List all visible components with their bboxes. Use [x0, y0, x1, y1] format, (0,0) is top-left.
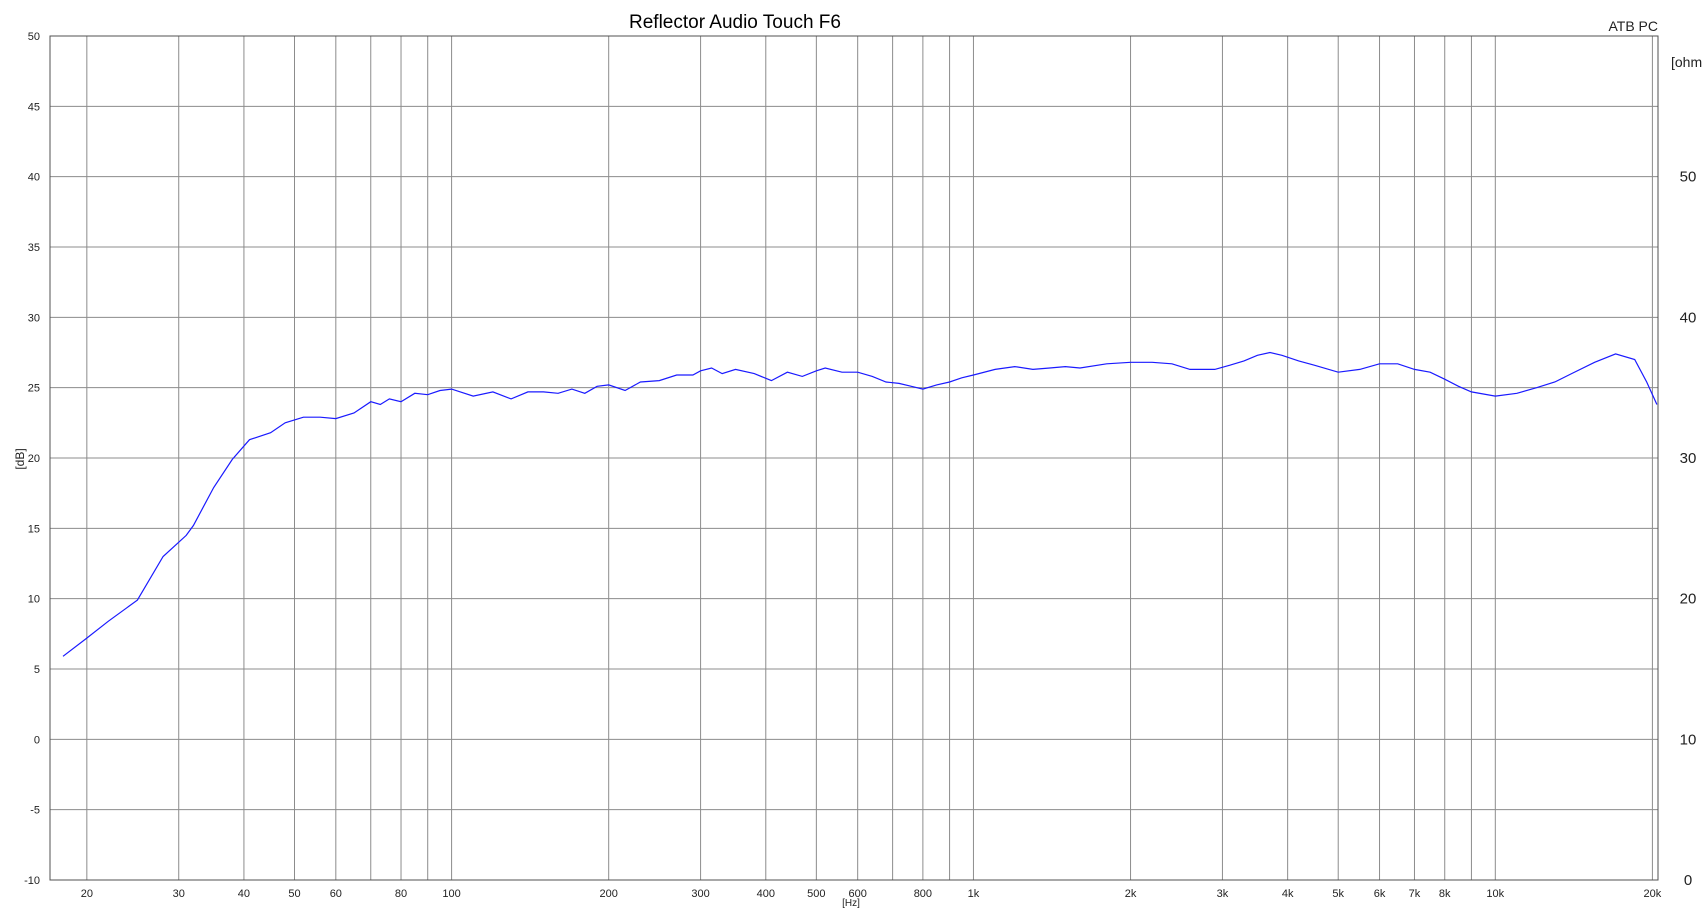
x-axis-label: [Hz]	[842, 898, 860, 909]
y-tick-label: 50	[28, 31, 40, 43]
x-tick-label: 2k	[1125, 888, 1137, 900]
y-tick-label: 5	[34, 664, 40, 676]
y-tick-label: 20	[28, 453, 40, 465]
frequency-response-chart: 20 30 40 50 60 80 100 200 300 400 500 600 800 1k 2k 3k 4…	[0, 0, 1702, 919]
corner-label: ATB PC	[1608, 18, 1658, 34]
y2-tick-label: 20	[1680, 591, 1697, 608]
y2-axis-label: [ohm]	[1671, 54, 1702, 70]
x-tick-label: 1k	[968, 888, 980, 900]
chart-background	[0, 0, 1702, 919]
x-tick-label: 50	[288, 888, 300, 900]
y2-tick-label: 0	[1684, 872, 1692, 889]
y2-tick-label: 30	[1680, 450, 1697, 467]
x-tick-label: 800	[914, 888, 932, 900]
x-tick-label: 300	[691, 888, 709, 900]
chart-title: Reflector Audio Touch F6	[629, 12, 841, 33]
x-tick-label: 8k	[1439, 888, 1451, 900]
x-tick-label: 60	[330, 888, 342, 900]
x-tick-label: 200	[600, 888, 618, 900]
y-tick-label: 45	[28, 101, 40, 113]
y-tick-label: 35	[28, 242, 40, 254]
y2-tick-label: 40	[1680, 309, 1697, 326]
y-tick-label: 15	[28, 523, 40, 535]
x-tick-label: 4k	[1282, 888, 1294, 900]
x-tick-label: 40	[238, 888, 250, 900]
x-tick-label: 6k	[1374, 888, 1386, 900]
y2-tick-label: 50	[1680, 169, 1697, 186]
y-tick-label: 30	[28, 312, 40, 324]
y-tick-label: 40	[28, 172, 40, 184]
x-tick-label: 30	[173, 888, 185, 900]
x-tick-label: 10k	[1486, 888, 1504, 900]
x-tick-label: 20	[81, 888, 93, 900]
x-tick-label: 7k	[1409, 888, 1421, 900]
x-tick-label: 500	[807, 888, 825, 900]
x-tick-label: 80	[395, 888, 407, 900]
x-tick-label: 100	[442, 888, 460, 900]
x-tick-label: 5k	[1332, 888, 1344, 900]
y-axis-label: [dB]	[13, 448, 27, 469]
y-tick-label: -5	[30, 805, 40, 817]
y-tick-label: 25	[28, 383, 40, 395]
x-tick-label: 20k	[1644, 888, 1662, 900]
y-tick-label: -10	[24, 875, 40, 887]
x-tick-label: 3k	[1217, 888, 1229, 900]
x-tick-label: 400	[757, 888, 775, 900]
y-tick-label: 0	[34, 734, 40, 746]
y-tick-label: 10	[28, 594, 40, 606]
y2-tick-label: 10	[1680, 731, 1697, 748]
